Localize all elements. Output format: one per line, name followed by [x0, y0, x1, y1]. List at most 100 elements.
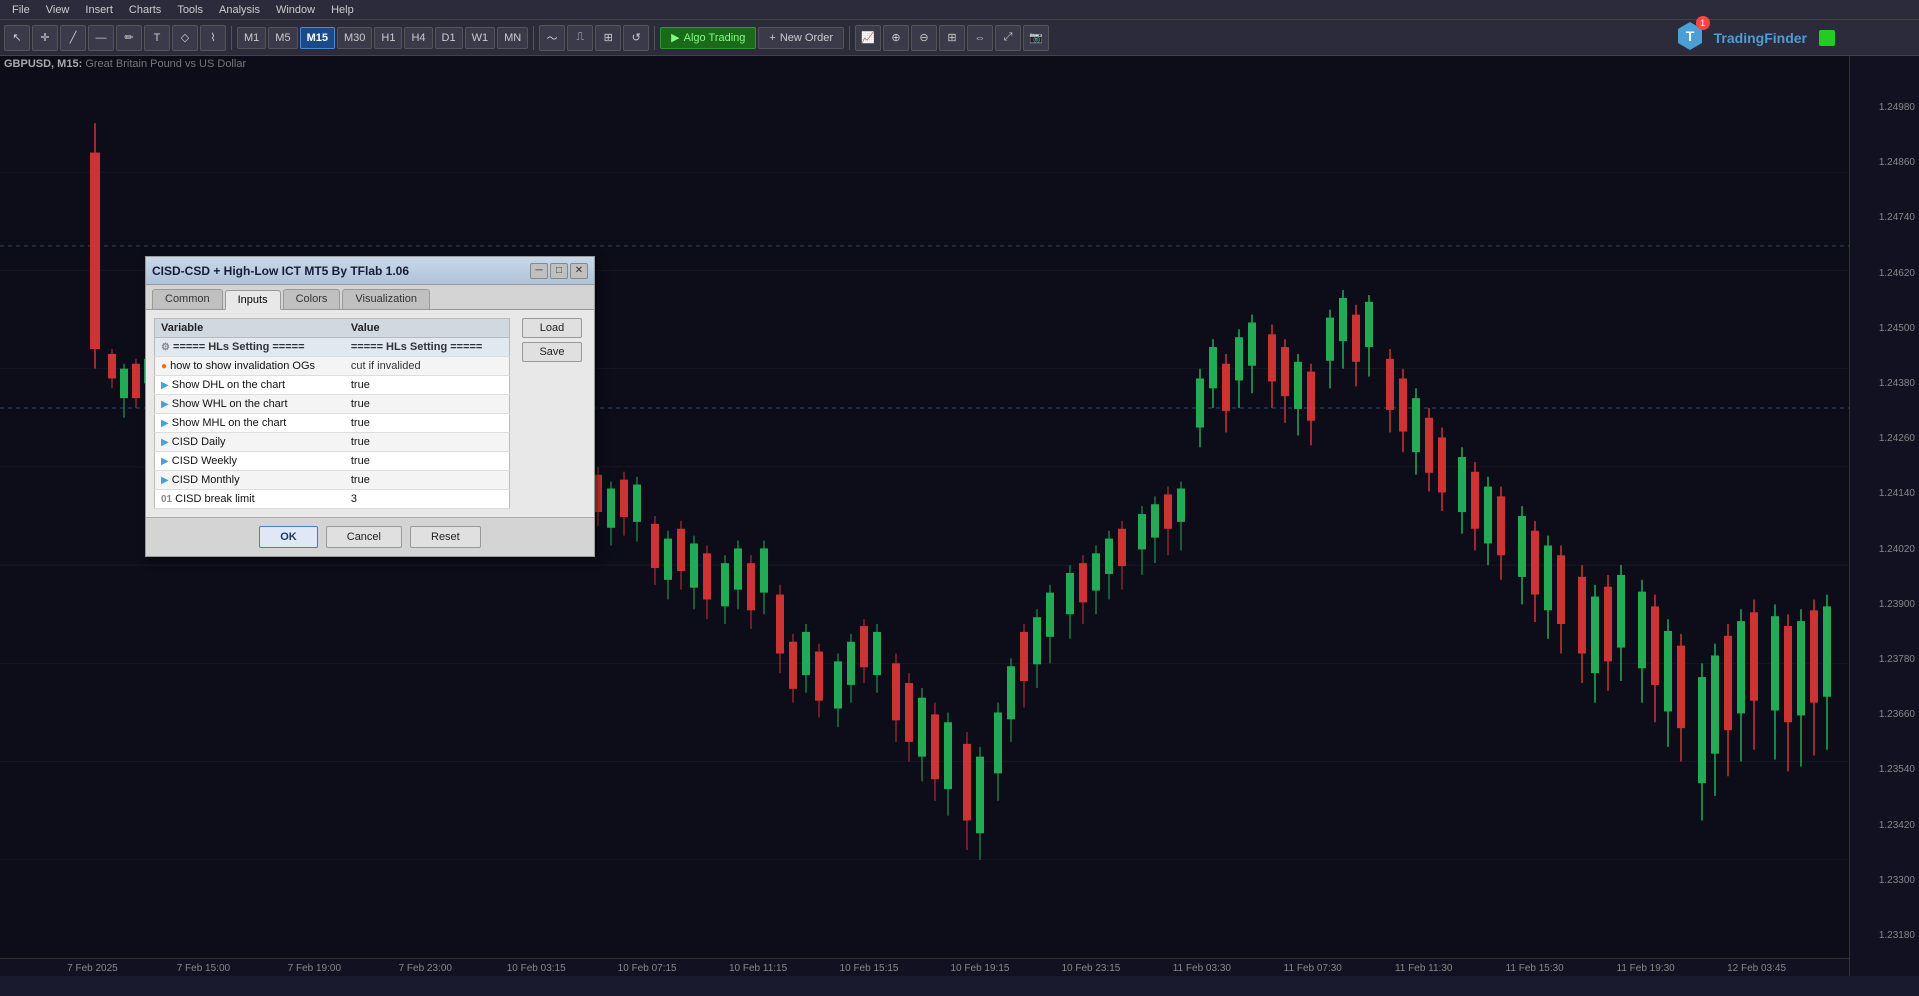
- tab-inputs[interactable]: Inputs: [225, 290, 281, 310]
- tf-mn[interactable]: MN: [497, 27, 528, 49]
- grid-btn[interactable]: ⊞: [939, 25, 965, 51]
- settings-table-container: Variable Value ⚙ ===== HLs Setting =====: [154, 318, 510, 509]
- dialog-tabs: Common Inputs Colors Visualization: [146, 285, 594, 310]
- price-tick: 1.24260: [1879, 433, 1915, 444]
- time-axis: 7 Feb 2025 7 Feb 15:00 7 Feb 19:00 7 Feb…: [0, 958, 1849, 976]
- line-chart-btn[interactable]: 〜: [539, 25, 565, 51]
- val-cell[interactable]: true: [345, 395, 510, 414]
- tf-m5[interactable]: M5: [268, 27, 297, 49]
- zoom-out-btn[interactable]: ⊖: [911, 25, 937, 51]
- dialog-body: Variable Value ⚙ ===== HLs Setting =====: [146, 310, 594, 517]
- bar-chart-btn[interactable]: ⎍: [567, 25, 593, 51]
- val-cell[interactable]: cut if invalided: [345, 357, 510, 376]
- tab-common[interactable]: Common: [152, 289, 223, 309]
- var-cell: ▶ Show MHL on the chart: [155, 414, 345, 433]
- reload-btn[interactable]: ↺: [623, 25, 649, 51]
- table-row[interactable]: ▶ CISD Monthly true: [155, 471, 510, 490]
- menu-window[interactable]: Window: [268, 2, 323, 18]
- reset-btn[interactable]: Reset: [410, 526, 481, 548]
- save-btn[interactable]: Save: [522, 342, 582, 362]
- time-tick: 7 Feb 2025: [67, 963, 118, 974]
- settings-dialog[interactable]: CISD-CSD + High-Low ICT MT5 By TFlab 1.0…: [145, 256, 595, 557]
- crosshair-btn[interactable]: ✛: [32, 25, 58, 51]
- tf-d1[interactable]: D1: [435, 27, 463, 49]
- status-green: [1819, 30, 1835, 46]
- menu-tools[interactable]: Tools: [169, 2, 211, 18]
- tf-h4[interactable]: H4: [404, 27, 432, 49]
- drawing-tools: ↖ ✛ ╱ — ✏ T ◇ ⌇: [4, 25, 226, 51]
- indicator-btn[interactable]: 📈: [855, 25, 881, 51]
- menu-view[interactable]: View: [38, 2, 78, 18]
- var-cell: 01 CISD break limit: [155, 490, 345, 509]
- menu-insert[interactable]: Insert: [77, 2, 121, 18]
- menu-file[interactable]: File: [4, 2, 38, 18]
- timeframe-group: M1 M5 M15 M30 H1 H4 D1 W1 MN: [237, 27, 528, 49]
- val-cell[interactable]: 3: [345, 490, 510, 509]
- fib-btn[interactable]: ⌇: [200, 25, 226, 51]
- zoom-in-btn[interactable]: ⊕: [883, 25, 909, 51]
- table-row[interactable]: ▶ Show MHL on the chart true: [155, 414, 510, 433]
- menu-charts[interactable]: Charts: [121, 2, 169, 18]
- sep1: [231, 26, 232, 50]
- notification-badge: 1: [1696, 16, 1710, 30]
- load-btn[interactable]: Load: [522, 318, 582, 338]
- algo-trading-btn[interactable]: ▶ Algo Trading: [660, 27, 756, 49]
- scroll-btn[interactable]: ⇔: [967, 25, 993, 51]
- table-row[interactable]: ▶ CISD Daily true: [155, 433, 510, 452]
- cancel-btn[interactable]: Cancel: [326, 526, 402, 548]
- dialog-close-btn[interactable]: ✕: [570, 263, 588, 279]
- price-tick: 1.23540: [1879, 764, 1915, 775]
- tf-m30[interactable]: M30: [337, 27, 372, 49]
- dialog-maximize-btn[interactable]: □: [550, 263, 568, 279]
- table-row: ⚙ ===== HLs Setting ===== ===== HLs Sett…: [155, 338, 510, 357]
- time-tick: 11 Feb 11:30: [1395, 963, 1452, 974]
- price-tick: 1.24620: [1879, 268, 1915, 279]
- tab-visualization[interactable]: Visualization: [342, 289, 430, 309]
- pencil-btn[interactable]: ✏: [116, 25, 142, 51]
- menu-help[interactable]: Help: [323, 2, 362, 18]
- time-tick: 7 Feb 15:00: [177, 963, 230, 974]
- candle-chart-btn[interactable]: ⊞: [595, 25, 621, 51]
- ok-btn[interactable]: OK: [259, 526, 318, 548]
- menu-bar: File View Insert Charts Tools Analysis W…: [0, 0, 1919, 20]
- screenshot-btn[interactable]: 📷: [1023, 25, 1049, 51]
- shapes-btn[interactable]: ◇: [172, 25, 198, 51]
- val-cell[interactable]: true: [345, 414, 510, 433]
- table-row[interactable]: ▶ Show WHL on the chart true: [155, 395, 510, 414]
- time-tick: 10 Feb 03:15: [507, 963, 566, 974]
- dialog-controls: ─ □ ✕: [530, 263, 588, 279]
- cursor-btn[interactable]: ↖: [4, 25, 30, 51]
- var-cell: ▶ Show DHL on the chart: [155, 376, 345, 395]
- tf-m1[interactable]: M1: [237, 27, 266, 49]
- val-cell[interactable]: true: [345, 376, 510, 395]
- hline-btn[interactable]: —: [88, 25, 114, 51]
- time-tick: 7 Feb 19:00: [288, 963, 341, 974]
- price-tick: 1.24020: [1879, 544, 1915, 555]
- dialog-minimize-btn[interactable]: ─: [530, 263, 548, 279]
- sep4: [849, 26, 850, 50]
- chart-area[interactable]: GBPUSD, M15: Great Britain Pound vs US D…: [0, 56, 1919, 976]
- tf-h1[interactable]: H1: [374, 27, 402, 49]
- line-btn[interactable]: ╱: [60, 25, 86, 51]
- val-cell[interactable]: true: [345, 433, 510, 452]
- tf-m15[interactable]: M15: [300, 27, 335, 49]
- table-row[interactable]: ▶ Show DHL on the chart true: [155, 376, 510, 395]
- price-tick: 1.24980: [1879, 102, 1915, 113]
- text-btn[interactable]: T: [144, 25, 170, 51]
- col-value: Value: [345, 319, 510, 338]
- table-row[interactable]: ● how to show invalidation OGs cut if in…: [155, 357, 510, 376]
- new-order-btn[interactable]: + New Order: [758, 27, 844, 49]
- autoscroll-btn[interactable]: ⤢: [995, 25, 1021, 51]
- var-cell: ▶ Show WHL on the chart: [155, 395, 345, 414]
- table-row[interactable]: 01 CISD break limit 3: [155, 490, 510, 509]
- toolbar: ↖ ✛ ╱ — ✏ T ◇ ⌇ M1 M5 M15 M30 H1 H4 D1 W…: [0, 20, 1919, 56]
- price-tick: 1.23180: [1879, 930, 1915, 941]
- time-tick: 11 Feb 19:30: [1617, 963, 1675, 974]
- tf-w1[interactable]: W1: [465, 27, 496, 49]
- sep2: [533, 26, 534, 50]
- menu-analysis[interactable]: Analysis: [211, 2, 268, 18]
- table-row[interactable]: ▶ CISD Weekly true: [155, 452, 510, 471]
- val-cell[interactable]: true: [345, 452, 510, 471]
- tab-colors[interactable]: Colors: [283, 289, 341, 309]
- val-cell[interactable]: true: [345, 471, 510, 490]
